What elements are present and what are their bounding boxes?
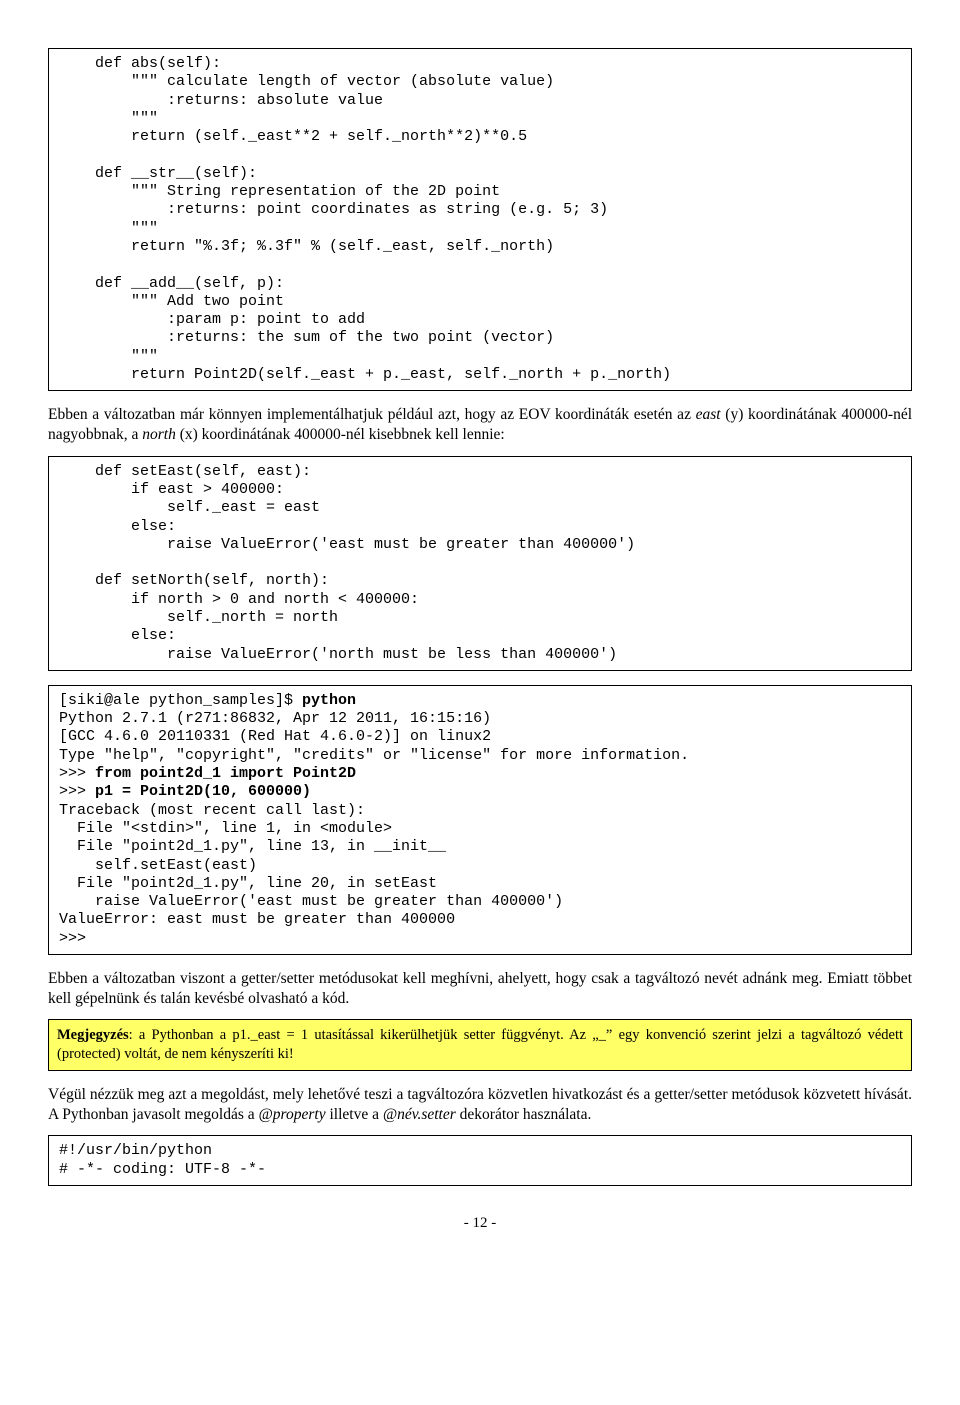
text: dekorátor használata.: [456, 1106, 592, 1123]
code-block-seteast-setnorth: def setEast(self, east): if east > 40000…: [48, 456, 912, 671]
code-block-abs-str-add: def abs(self): """ calculate length of v…: [48, 48, 912, 391]
text: Ebben a változatban már könnyen implemen…: [48, 406, 696, 423]
note-label: Megjegyzés: [57, 1027, 129, 1043]
code-block-terminal-session: [siki@ale python_samples]$ python Python…: [48, 685, 912, 955]
note-text: : a Pythonban a p1._east = 1 utasítással…: [57, 1027, 903, 1062]
note-box: Megjegyzés: a Pythonban a p1._east = 1 u…: [48, 1019, 912, 1071]
terminal-cmd-python: python: [302, 692, 356, 709]
text: illetve a: [326, 1106, 383, 1123]
text-property-italic: @property: [259, 1106, 326, 1123]
text: (x) koordinátának 400000-nél kisebbnek k…: [176, 426, 505, 443]
paragraph-getter-setter: Ebben a változatban viszont a getter/set…: [48, 969, 912, 1009]
terminal-output: >>>: [59, 783, 95, 800]
text-east-italic: east: [696, 406, 721, 423]
terminal-cmd-p1: p1 = Point2D(10, 600000): [95, 783, 311, 800]
terminal-cmd-import: from point2d_1 import Point2D: [95, 765, 356, 782]
paragraph-eov-intro: Ebben a változatban már könnyen implemen…: [48, 405, 912, 445]
terminal-traceback: Traceback (most recent call last): File …: [59, 802, 563, 947]
text-setter-italic: @név.setter: [383, 1106, 456, 1123]
terminal-prompt: [siki@ale python_samples]$: [59, 692, 302, 709]
paragraph-property-decorator: Végül nézzük meg azt a megoldást, mely l…: [48, 1085, 912, 1125]
page-number: - 12 -: [48, 1214, 912, 1234]
text-north-italic: north: [142, 426, 176, 443]
code-block-shebang: #!/usr/bin/python # -*- coding: UTF-8 -*…: [48, 1135, 912, 1186]
